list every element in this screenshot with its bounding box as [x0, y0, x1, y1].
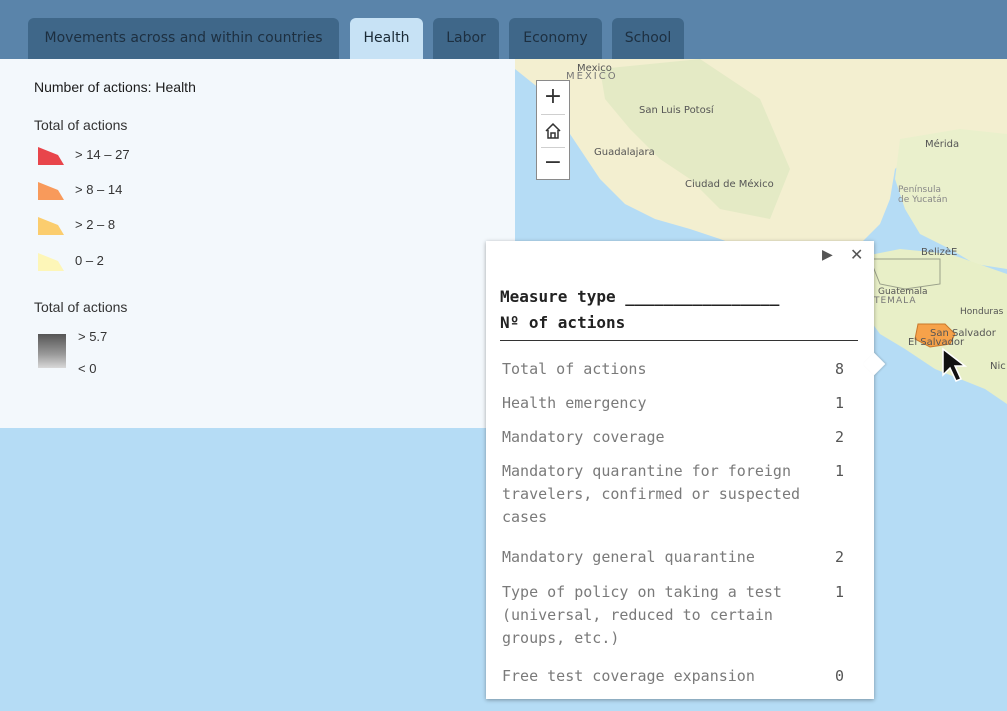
label-cdmx: Ciudad de México	[685, 178, 774, 190]
plus-icon[interactable]: +	[537, 81, 569, 113]
label-merida: Mérida	[925, 138, 959, 150]
label-belize: BelizèE	[921, 246, 957, 258]
tab-economy[interactable]: Economy	[509, 18, 602, 59]
tab-bar: Movements across and within countries He…	[0, 0, 1007, 59]
label-guadalajara: Guadalajara	[594, 147, 655, 158]
tab-movements[interactable]: Movements across and within countries	[28, 18, 339, 59]
legend-gradient-high: > 5.7	[78, 329, 108, 344]
legend-section-title: Total of actions	[34, 117, 128, 133]
legend-gradient-swatch	[38, 334, 66, 368]
tab-school[interactable]: School	[612, 18, 684, 59]
popup-header-measure: Measure type ________________	[500, 287, 780, 306]
app-window: Movements across and within countries He…	[0, 0, 1007, 711]
legend-gradient-title: Total of actions	[34, 299, 128, 315]
label-honduras: Honduras	[960, 307, 1004, 317]
label-san-luis: San Luis Potosí	[639, 104, 715, 116]
label-nicaragua: Nic	[990, 361, 1006, 372]
legend-gradient-low: < 0	[78, 361, 97, 376]
minus-icon[interactable]: −	[537, 147, 569, 179]
play-icon[interactable]: ▶	[822, 247, 833, 263]
popup-header-count: Nº of actions	[500, 313, 626, 332]
label-mexico-es: MÉXICO	[566, 69, 618, 82]
legend-panel: Number of actions: Health Total of actio…	[0, 59, 515, 428]
zoom-control: + −	[536, 80, 570, 180]
info-popup: ▶ ✕ Measure type ________________ Nº of …	[486, 241, 886, 699]
popup-divider	[500, 340, 858, 341]
label-guatemala-es: TEMALA	[873, 296, 916, 306]
mouse-cursor-icon	[942, 347, 968, 382]
label-yucatan-1: Península	[898, 185, 941, 195]
tab-labor[interactable]: Labor	[433, 18, 499, 59]
legend-title: Number of actions: Health	[34, 79, 196, 95]
close-icon[interactable]: ✕	[850, 245, 863, 264]
home-icon[interactable]	[537, 115, 569, 147]
tab-health[interactable]: Health	[350, 18, 423, 59]
label-yucatan-2: de Yucatán	[898, 195, 948, 205]
